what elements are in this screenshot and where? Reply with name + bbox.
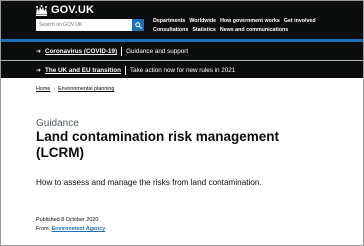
- transition-banner-link[interactable]: The UK and EU transition: [45, 67, 121, 74]
- nav-link-how-government-works[interactable]: How government works: [220, 17, 280, 26]
- page-summary: How to assess and manage the risks from …: [36, 178, 262, 187]
- nav-link-news-and-communications[interactable]: News and communications: [220, 26, 288, 35]
- search-icon: [134, 21, 142, 29]
- arrow-right-icon: ➔: [36, 49, 42, 55]
- logo-text: GOV.UK: [51, 4, 94, 16]
- from-line: From: Environment Agency: [36, 225, 105, 234]
- nav-link-worldwide[interactable]: Worldwide: [189, 17, 216, 26]
- breadcrumb: Home › Environmental planning: [36, 86, 114, 92]
- nav-row-2: Consultations Statistics News and commun…: [153, 26, 316, 35]
- breadcrumb-home[interactable]: Home: [36, 86, 50, 92]
- search-input[interactable]: [36, 19, 132, 31]
- nav-link-consultations[interactable]: Consultations: [153, 26, 188, 35]
- arrow-right-icon: ➔: [36, 68, 42, 74]
- govuk-logo-link[interactable]: GOV.UK: [35, 4, 94, 16]
- from-label: From:: [36, 226, 51, 232]
- search-button[interactable]: [132, 19, 144, 31]
- covid-banner-link[interactable]: Coronavirus (COVID-19): [45, 48, 117, 55]
- site-header: GOV.UK Departments Worldwide How governm…: [1, 1, 363, 39]
- nav-row-1: Departments Worldwide How government wor…: [153, 17, 316, 26]
- transition-banner-text: Take action now for new rules in 2021: [129, 67, 236, 74]
- publication-metadata: Published 8 October 2020 From: Environme…: [36, 216, 105, 234]
- breadcrumb-environmental-planning[interactable]: Environmental planning: [58, 86, 114, 92]
- chevron-right-icon: ›: [53, 86, 56, 92]
- nav-link-departments[interactable]: Departments: [153, 17, 185, 26]
- covid-banner: ➔ Coronavirus (COVID-19) Guidance and su…: [1, 42, 363, 60]
- top-navigation: Departments Worldwide How government wor…: [153, 17, 316, 35]
- nav-link-get-involved[interactable]: Get involved: [284, 17, 316, 26]
- page-caption: Guidance: [36, 118, 79, 129]
- transition-banner: ➔ The UK and EU transition Take action n…: [1, 60, 363, 78]
- published-date: Published 8 October 2020: [36, 217, 99, 223]
- page-title: Land contamination risk management (LCRM…: [36, 129, 280, 160]
- banner-divider: [124, 66, 126, 75]
- covid-banner-text: Guidance and support: [126, 48, 189, 55]
- search-form: [36, 19, 144, 31]
- banner-divider: [121, 47, 123, 56]
- nav-link-statistics[interactable]: Statistics: [192, 26, 216, 35]
- organisation-link[interactable]: Environment Agency: [52, 226, 106, 232]
- crown-icon: [36, 4, 47, 16]
